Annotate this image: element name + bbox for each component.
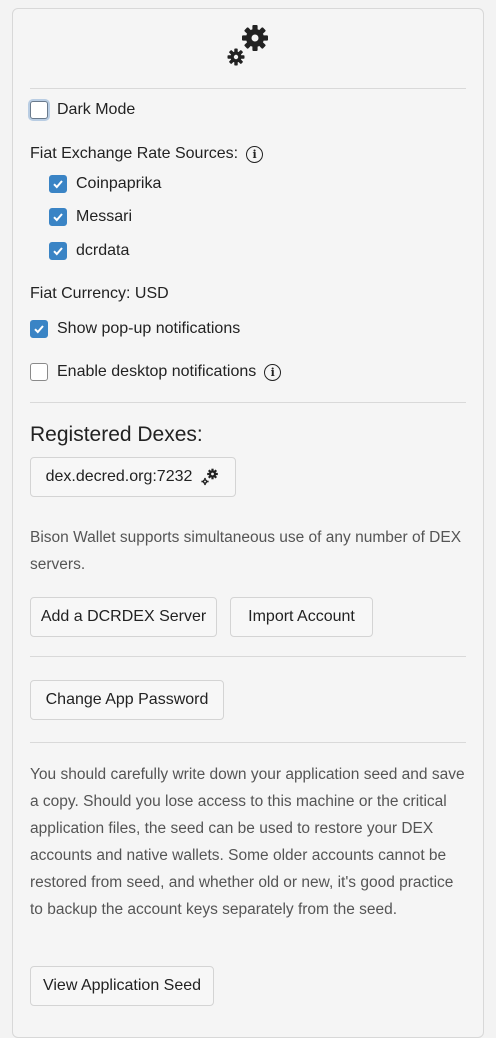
view-application-seed-button[interactable]: View Application Seed — [30, 966, 214, 1006]
dex-host-label: dex.decred.org:7232 — [45, 468, 193, 485]
settings-gears-icon — [201, 468, 219, 486]
messari-checkbox[interactable] — [49, 208, 67, 226]
desktop-notifications-label: Enable desktop notifications — [57, 363, 257, 380]
popup-notifications-label: Show pop-up notifications — [57, 320, 241, 337]
import-account-button[interactable]: Import Account — [230, 597, 373, 637]
source-item-coinpaprika[interactable]: Coinpaprika — [49, 175, 161, 193]
divider — [30, 402, 466, 403]
info-icon[interactable]: i — [264, 363, 282, 381]
source-label: Messari — [76, 208, 133, 225]
fiat-sources-label: Fiat Exchange Rate Sources: — [30, 145, 239, 162]
desktop-notifications-row[interactable]: Enable desktop notifications i — [30, 363, 282, 381]
add-dex-server-button[interactable]: Add a DCRDEX Server — [30, 597, 217, 637]
dark-mode-row[interactable]: Dark Mode — [30, 101, 135, 119]
divider — [30, 88, 466, 89]
dex-description: Bison Wallet supports simultaneous use o… — [30, 529, 462, 573]
dex-host-button[interactable]: dex.decred.org:7232 — [30, 457, 236, 497]
divider — [30, 742, 466, 743]
popup-notifications-checkbox[interactable] — [30, 320, 48, 338]
source-item-dcrdata[interactable]: dcrdata — [49, 242, 129, 260]
divider — [30, 656, 466, 657]
registered-dexes-heading: Registered Dexes: — [30, 423, 203, 446]
change-app-password-button[interactable]: Change App Password — [30, 680, 224, 720]
desktop-notifications-checkbox[interactable] — [30, 363, 48, 381]
fiat-currency-row: Fiat Currency: USD — [30, 285, 169, 303]
seed-description: You should carefully write down your app… — [30, 766, 465, 918]
dcrdata-checkbox[interactable] — [49, 242, 67, 260]
source-label: dcrdata — [76, 242, 130, 259]
dark-mode-checkbox[interactable] — [30, 101, 48, 119]
coinpaprika-checkbox[interactable] — [49, 175, 67, 193]
source-label: Coinpaprika — [76, 175, 162, 192]
popup-notifications-row[interactable]: Show pop-up notifications — [30, 320, 240, 338]
dark-mode-label: Dark Mode — [57, 101, 136, 118]
fiat-sources-row: Fiat Exchange Rate Sources: i — [30, 145, 264, 163]
settings-gears-icon — [227, 25, 268, 66]
info-icon[interactable]: i — [246, 145, 264, 163]
source-item-messari[interactable]: Messari — [49, 208, 132, 226]
fiat-currency-label: Fiat Currency: USD — [30, 285, 169, 302]
